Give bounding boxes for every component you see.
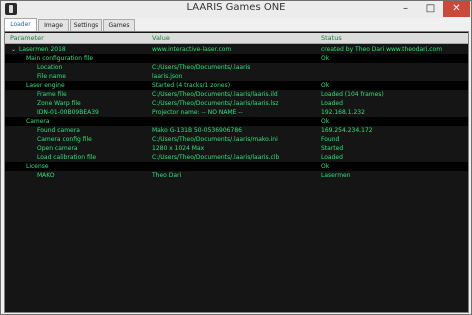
cell-status: Lasermen [321, 172, 351, 179]
cell-parameter: Lasermen 2018 [19, 46, 66, 53]
tab-loader[interactable]: Loader [4, 18, 37, 31]
maximize-button[interactable]: □ [418, 1, 443, 17]
table-row[interactable]: Location C:/Users/Theo/Documents/.laaris [5, 63, 468, 72]
cell-value: Mako G-131B 50-0536906786 [152, 127, 242, 134]
cell-parameter: MAKO [37, 172, 55, 179]
table-row[interactable]: IDN-01-00B09BEA39 Projector name: -- NO N… [5, 108, 468, 117]
column-header-parameter[interactable]: Parameter [10, 33, 44, 43]
cell-parameter: Laser engine [26, 82, 65, 89]
table-row[interactable]: Camera config file C:/Users/Theo/Document… [5, 135, 468, 144]
table-row[interactable]: File name laaris.json [5, 72, 468, 81]
tab-settings[interactable]: Settings [70, 19, 102, 31]
table-section-row[interactable]: Camera Ok [5, 117, 468, 126]
cell-status: Ok [321, 118, 330, 125]
tab-games[interactable]: Games [103, 19, 135, 31]
cell-parameter: Camera [26, 118, 50, 125]
cell-parameter: Location [37, 64, 63, 71]
cell-status: Loaded [321, 100, 343, 107]
cell-status: Loaded (104 frames) [321, 91, 384, 98]
cell-parameter: Camera config file [37, 136, 92, 143]
cell-parameter: Frame file [37, 91, 67, 98]
cell-parameter: License [26, 163, 49, 170]
cell-value: C:/Users/Theo/Documents/.laaris [152, 64, 251, 71]
cell-status: 169.254.234.172 [321, 127, 373, 134]
cell-value: Projector name: -- NO NAME -- [152, 109, 243, 116]
cell-value: C:/Users/Theo/Documents/.laaris/laaris.i… [152, 91, 278, 98]
table-row[interactable]: Open camera 1280 x 1024 Max Started [5, 144, 468, 153]
table-section-row[interactable]: Laser engine Started (4 tracks/1 zones) Ok [5, 81, 468, 90]
cell-parameter: Found camera [37, 127, 80, 134]
cell-status: Found [321, 136, 340, 143]
app-window: LAARIS Games ONE – □ ✕ Loader Image Sett… [0, 0, 472, 315]
cell-value: Started (4 tracks/1 zones) [152, 82, 231, 89]
cell-value: 1280 x 1024 Max [152, 145, 205, 152]
cell-parameter: Zone Warp file [37, 100, 81, 107]
minimize-button[interactable]: – [393, 1, 418, 17]
cell-parameter: Open camera [37, 145, 78, 152]
table-row[interactable]: ⌄ Lasermen 2018 www.interactive-laser.com c… [5, 45, 468, 54]
cell-value: laaris.json [152, 73, 183, 80]
cell-parameter: File name [37, 73, 66, 80]
title-bar[interactable]: LAARIS Games ONE – □ ✕ [1, 1, 471, 18]
table-row[interactable]: Found camera Mako G-131B 50-0536906786 169… [5, 126, 468, 135]
cell-status: Ok [321, 82, 330, 89]
table-header: Parameter Value Status [5, 33, 468, 44]
chevron-down-icon[interactable]: ⌄ [11, 45, 16, 54]
column-header-status[interactable]: Status [321, 33, 342, 43]
cell-status: Ok [321, 163, 330, 170]
cell-status: 192.168.1.232 [321, 109, 365, 116]
table-row[interactable]: Zone Warp file C:/Users/Theo/Documents/.l… [5, 99, 468, 108]
cell-value: C:/Users/Theo/Documents/.laaris/laaris.c… [152, 154, 280, 161]
cell-status: Ok [321, 55, 330, 62]
column-header-value[interactable]: Value [152, 33, 170, 43]
tab-image[interactable]: Image [38, 19, 69, 31]
cell-parameter: IDN-01-00B09BEA39 [37, 109, 99, 116]
table-section-row[interactable]: Main configuration file Ok [5, 54, 468, 63]
cell-value: Theo Dari [152, 172, 182, 179]
cell-status: Loaded [321, 154, 343, 161]
cell-value: C:/Users/Theo/Documents/.laaris/laaris.l… [152, 100, 279, 107]
table-row[interactable]: Load calibration file C:/Users/Theo/Docum… [5, 153, 468, 162]
cell-parameter: Main configuration file [26, 55, 94, 62]
close-button[interactable]: ✕ [443, 1, 470, 17]
loader-table: Parameter Value Status ⌄ Lasermen 2018 www… [4, 31, 469, 313]
cell-status: Started [321, 145, 344, 152]
table-row[interactable]: MAKO Theo Dari Lasermen [5, 171, 468, 180]
table-row[interactable]: Frame file C:/Users/Theo/Documents/.laari… [5, 90, 468, 99]
cell-value: C:/Users/Theo/Documents/.laaris/mako.ini [152, 136, 278, 143]
cell-parameter: Load calibration file [37, 154, 97, 161]
cell-value: www.interactive-laser.com [152, 46, 232, 53]
table-section-row[interactable]: License Ok [5, 162, 468, 171]
cell-status: created by Theo Dari www.theodari.com [321, 46, 443, 53]
